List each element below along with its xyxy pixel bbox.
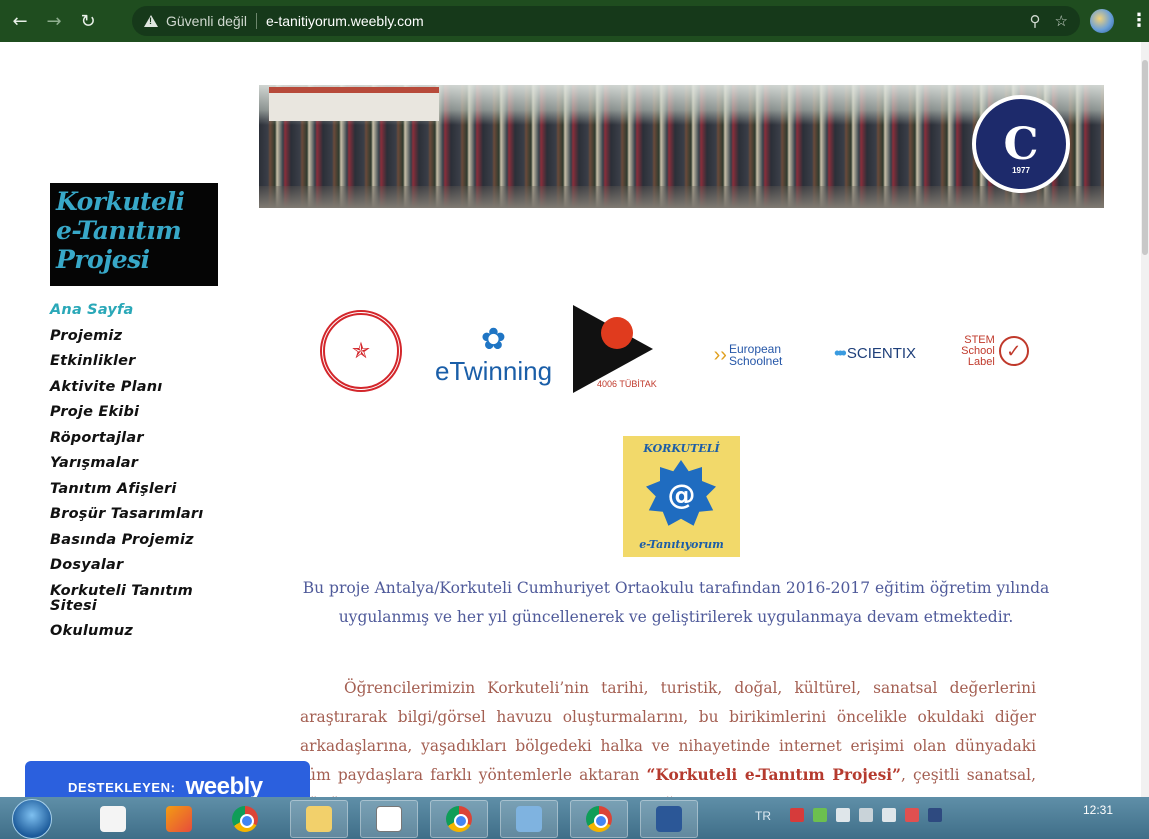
nav-roportajlar[interactable]: Röportajlar [50,430,230,446]
intro-paragraph: Bu proje Antalya/Korkuteli Cumhuriyet Or… [302,579,1050,626]
taskbar-chrome-1[interactable] [216,800,274,838]
nav-etkinlikler[interactable]: Etkinlikler [50,354,230,369]
windows-taskbar: TR 12:31 [0,797,1149,839]
nav-basinda-projemiz[interactable]: Basında Projemiz [50,532,230,548]
security-label[interactable]: Güvenli değil [166,13,247,29]
taskbar-media-app[interactable] [150,800,208,838]
page-scrollbar[interactable] [1141,42,1149,797]
seal-year: 1977 [1012,166,1030,175]
tray-volume-icon[interactable] [836,808,850,822]
nav-projemiz[interactable]: Projemiz [50,328,230,344]
european-schoolnet-logo: ›› European Schoolnet [703,335,793,375]
partner-logos: ✯ ✿ eTwinning 4006 TÜBİTAK ›› European S… [318,305,1038,400]
clock[interactable]: 12:31 [1083,803,1113,817]
stem-line-2: School [961,344,995,357]
word-icon [656,806,682,832]
taskbar-file-explorer[interactable] [84,800,142,838]
seal-letter: C [1003,118,1039,170]
etwinning-logo: ✿ eTwinning [434,313,553,398]
nav-yarismalar[interactable]: Yarışmalar [50,456,230,471]
logo-line-3: Projesi [56,245,150,274]
header-banner-photo: C 1977 [259,85,1104,208]
site-navigation: Ana Sayfa Projemiz Etkinlikler Aktivite … [50,303,230,650]
scientix-label: SCIENTIX [846,344,917,362]
control-panel-icon [516,806,542,832]
document-icon [100,806,126,832]
warning-icon[interactable] [144,15,158,27]
etwinning-figure-icon: ✿ [480,322,507,357]
stem-line-3: Label [967,355,995,368]
project-name-bold: “Korkuteli e-Tanıtım Projesi” [646,766,901,784]
nav-tanitim-afisleri[interactable]: Tanıtım Afişleri [50,481,230,497]
menu-icon[interactable]: ⋮ [1130,10,1148,31]
language-indicator[interactable]: TR [755,809,771,823]
chrome-icon [232,806,258,832]
notepad-icon [376,806,402,832]
project-logo-bottom: e-Tanıtıyorum [639,538,724,551]
separator [255,13,257,29]
taskbar-control-panel[interactable] [500,800,558,838]
stem-school-label-logo: STEM School Label ✓ [954,325,1036,377]
tray-flag-icon[interactable] [905,808,919,822]
tray-speaker-icon[interactable] [882,808,896,822]
nav-ana-sayfa[interactable]: Ana Sayfa [50,303,230,318]
project-logo-top: KORKUTELİ [643,442,720,455]
nav-brosur-tasarimlari[interactable]: Broşür Tasarımları [50,507,230,522]
chrome-icon [446,806,472,832]
logo-line-2: e-Tanıtım [56,216,182,245]
star-icon[interactable]: ☆ [1055,12,1068,30]
at-sign-icon: @ [667,478,696,511]
site-logo[interactable]: Korkuteli e-Tanıtım Projesi [50,183,218,286]
back-arrow-icon[interactable]: ← [6,7,34,35]
taskbar-chrome-3[interactable] [570,800,628,838]
folder-icon [306,806,332,832]
nav-aktivite-plani[interactable]: Aktivite Planı [50,379,230,395]
url-text[interactable]: e-tanitiyorum.weebly.com [266,13,424,29]
start-button[interactable] [12,799,52,839]
meb-seal-logo: ✯ [320,310,402,392]
media-app-icon [166,806,192,832]
taskbar-notepad[interactable] [360,800,418,838]
school-building [269,87,439,121]
zoom-icon[interactable]: ⚲ [1030,12,1041,30]
logo-line-1: Korkuteli [56,187,185,216]
scientix-logo: ••• SCIENTIX [816,323,934,383]
tray-security-icon[interactable] [928,808,942,822]
taskbar-folder[interactable] [290,800,348,838]
chrome-icon [586,806,612,832]
system-tray [790,808,942,822]
project-logo: KORKUTELİ @ e-Tanıtıyorum [623,436,740,557]
tray-network-icon[interactable] [813,808,827,822]
nav-dosyalar[interactable]: Dosyalar [50,558,230,573]
tray-power-icon[interactable] [859,808,873,822]
tubitak-logo: 4006 TÜBİTAK [573,305,665,400]
browser-toolbar: ← → ↻ Güvenli değil e-tanitiyorum.weebly… [0,0,1149,42]
etwinning-label: eTwinning [434,356,553,386]
check-icon: ✓ [998,336,1029,366]
nav-okulumuz[interactable]: Okulumuz [50,624,230,639]
address-bar[interactable]: Güvenli değil e-tanitiyorum.weebly.com ⚲… [132,6,1080,36]
profile-avatar[interactable] [1090,9,1114,33]
omnibox-actions: ⚲ ☆ [1030,12,1068,30]
school-seal-logo: C 1977 [972,95,1070,193]
eun-line-2: Schoolnet [728,354,783,368]
stem-line-1: STEM [964,333,995,346]
eun-chevron-icon: ›› [713,344,727,366]
forward-arrow-icon[interactable]: → [40,7,68,35]
tubitak-dot [601,317,633,349]
nav-proje-ekibi[interactable]: Proje Ekibi [50,405,230,420]
taskbar-chrome-2[interactable] [430,800,488,838]
reload-icon[interactable]: ↻ [74,7,102,35]
tubitak-label: 4006 TÜBİTAK [597,379,657,389]
tray-app-icon[interactable] [790,808,804,822]
nav-korkuteli-tanitim-sitesi[interactable]: Korkuteli Tanıtım Sitesi [50,583,200,614]
scrollbar-thumb[interactable] [1142,60,1148,255]
taskbar-word[interactable] [640,800,698,838]
scientix-dots-icon: ••• [833,342,847,363]
badge-label: DESTEKLEYEN: [68,779,176,795]
